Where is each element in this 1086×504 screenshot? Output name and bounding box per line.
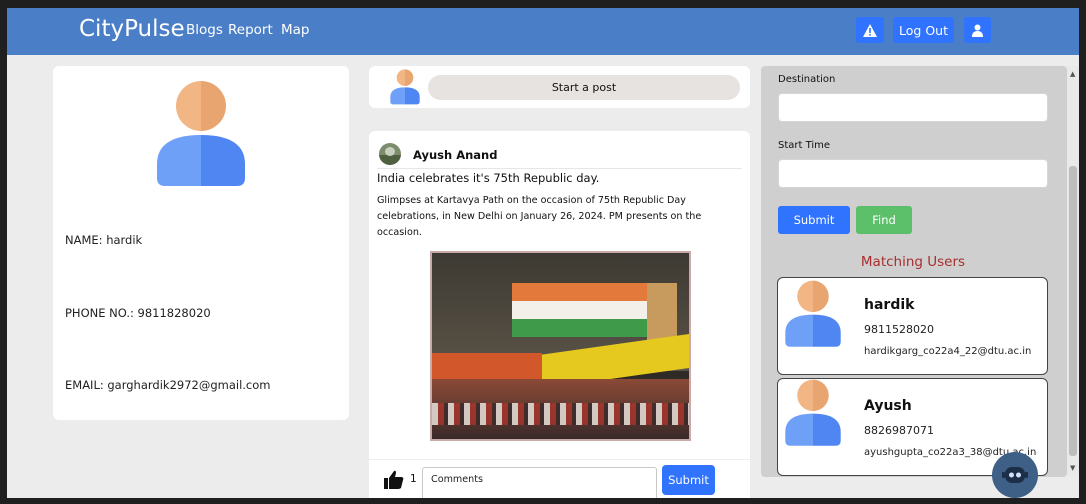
nav-link-report[interactable]: Report	[228, 22, 273, 38]
sidebar-scrollbar[interactable]: ▲ ▼	[1067, 66, 1079, 477]
profile-card: NAME: hardik PHONE NO.: 9811828020 EMAIL…	[53, 66, 349, 420]
comment-submit-button[interactable]: Submit	[662, 465, 715, 495]
user-avatar	[785, 379, 841, 446]
submit-button[interactable]: Submit	[778, 206, 850, 234]
warning-icon	[863, 23, 877, 37]
robot-icon	[1002, 467, 1028, 483]
comment-input[interactable]: Comments	[422, 467, 657, 498]
like-count: 1	[410, 473, 417, 485]
user-menu-button[interactable]	[964, 17, 991, 43]
start-time-input[interactable]	[778, 159, 1048, 188]
like-icon[interactable]	[384, 470, 404, 489]
chatbot-button[interactable]	[992, 452, 1038, 498]
user-name: hardik	[864, 297, 915, 313]
user-phone: 8826987071	[864, 424, 934, 437]
scroll-down-icon[interactable]: ▼	[1070, 464, 1075, 472]
composer-avatar	[390, 69, 420, 105]
matching-users-title: Matching Users	[860, 254, 966, 270]
user-name: Ayush	[864, 398, 912, 414]
user-email: hardikgarg_co22a4_22@dtu.ac.in	[864, 346, 1032, 357]
post-body: Glimpses at Kartavya Path on the occasio…	[377, 195, 702, 238]
post-image[interactable]	[430, 251, 691, 441]
profile-email: EMAIL: garghardik2972@gmail.com	[65, 378, 271, 392]
profile-avatar	[157, 81, 245, 186]
brand-logo[interactable]: CityPulse	[79, 16, 185, 42]
user-avatar	[785, 280, 841, 347]
post-composer: Start a post	[369, 66, 750, 108]
nav-link-blogs[interactable]: Blogs	[186, 22, 223, 38]
destination-label: Destination	[778, 74, 836, 85]
post-divider	[377, 168, 742, 169]
app-window: CityPulse Blogs Report Map Log Out NAME:…	[7, 8, 1079, 498]
nav-link-map[interactable]: Map	[281, 22, 310, 38]
logout-button[interactable]: Log Out	[893, 17, 954, 43]
start-post-button[interactable]: Start a post	[428, 75, 740, 100]
profile-name: NAME: hardik	[65, 233, 143, 247]
user-icon	[972, 24, 983, 37]
find-button[interactable]: Find	[856, 206, 912, 234]
author-avatar[interactable]	[379, 143, 401, 165]
navbar: CityPulse Blogs Report Map Log Out	[7, 8, 1079, 55]
profile-phone: PHONE NO.: 9811828020	[65, 306, 211, 320]
start-time-label: Start Time	[778, 140, 831, 151]
post-card: Ayush Anand India celebrates it's 75th R…	[369, 131, 750, 498]
alert-button[interactable]	[856, 17, 884, 43]
scroll-up-icon[interactable]: ▲	[1070, 70, 1075, 78]
destination-input[interactable]	[778, 93, 1048, 122]
post-title: India celebrates it's 75th Republic day.	[377, 171, 600, 185]
user-card[interactable]: hardik 9811528020 hardikgarg_co22a4_22@d…	[777, 277, 1048, 375]
post-author[interactable]: Ayush Anand	[413, 148, 497, 162]
user-phone: 9811528020	[864, 323, 934, 336]
ride-match-panel: Destination Start Time Submit Find Match…	[761, 66, 1067, 477]
scrollbar-thumb[interactable]	[1069, 166, 1077, 456]
post-footer-divider	[369, 459, 750, 460]
